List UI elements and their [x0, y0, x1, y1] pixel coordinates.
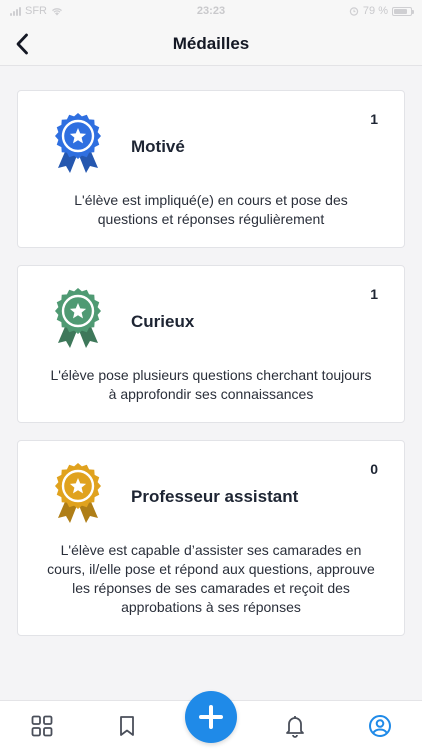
status-time: 23:23 [196, 5, 226, 17]
status-right: 79 % [349, 5, 414, 17]
profile-icon [368, 714, 391, 737]
medal-description: L'élève est impliqué(e) en cours et pose… [74, 192, 348, 227]
status-left: SFR [10, 5, 63, 17]
plus-icon [199, 705, 223, 729]
page-title: Médailles [172, 33, 250, 53]
medal-title: Curieux [131, 312, 195, 331]
nav-bookmarks-button[interactable] [107, 706, 147, 746]
nav-notifications-button[interactable] [275, 706, 315, 746]
battery-label: 79 % [362, 5, 388, 17]
screen: SFR 23:23 79 % Médailles Motivé 1 L'élèv… [0, 0, 422, 750]
bell-icon [286, 715, 305, 738]
chevron-left-icon [16, 33, 28, 55]
medal-star-icon [55, 288, 101, 348]
nav-dashboard-button[interactable] [22, 706, 62, 746]
bookmark-icon [119, 715, 134, 736]
medal-card-motive: Motivé 1 L'élève est impliqué(e) en cour… [17, 90, 405, 248]
add-button[interactable] [185, 691, 237, 743]
medal-star-icon [55, 463, 101, 523]
signal-icon [10, 6, 21, 16]
status-bar: SFR 23:23 79 % [0, 0, 422, 22]
nav-header: Médailles [0, 22, 422, 66]
battery-icon [392, 6, 414, 16]
alarm-icon [349, 7, 359, 16]
wifi-icon [52, 7, 62, 15]
medal-title: Professeur assistant [131, 487, 299, 506]
nav-profile-button[interactable] [360, 706, 400, 746]
medal-count: 1 [370, 111, 378, 127]
medal-count: 1 [370, 286, 378, 302]
medal-description: L'élève est capable d’assister ses camar… [47, 542, 375, 615]
medals-list: Motivé 1 L'élève est impliqué(e) en cour… [0, 66, 422, 653]
medal-description: L'élève pose plusieurs questions chercha… [50, 367, 372, 402]
medal-star-icon [55, 113, 101, 173]
back-button[interactable] [6, 28, 38, 60]
medal-title: Motivé [131, 137, 185, 156]
carrier-label: SFR [25, 5, 47, 17]
medal-card-curieux: Curieux 1 L'élève pose plusieurs questio… [17, 265, 405, 423]
medal-count: 0 [370, 461, 378, 477]
medal-card-professeur-assistant: Professeur assistant 0 L'élève est capab… [17, 440, 405, 636]
grid-icon [31, 715, 53, 736]
